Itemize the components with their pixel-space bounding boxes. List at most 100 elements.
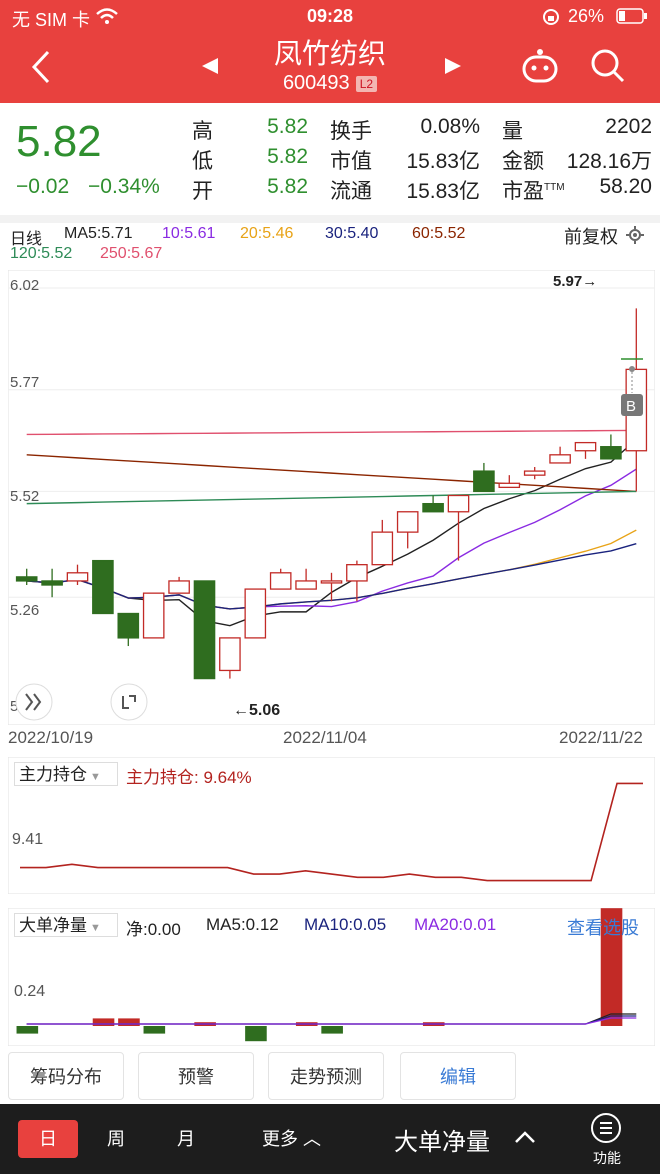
edit-button[interactable]: 编辑	[400, 1052, 516, 1100]
candle	[523, 467, 546, 480]
tab-day[interactable]: 日	[18, 1120, 78, 1158]
holding-line	[20, 782, 643, 882]
app-header: 无 SIM 卡 09:28 26% 凤竹纺织 600493 L2	[0, 0, 660, 103]
float-cap-label: 流通	[330, 180, 372, 203]
y-tick: 6.02	[10, 277, 39, 294]
candle-body	[244, 588, 267, 639]
stock-name: 凤竹纺织	[273, 38, 386, 69]
date-end: 2022/11/22	[559, 728, 643, 747]
netflow-tick: 0.24	[14, 983, 45, 1000]
holding-value: 主力持仓: 9.64%	[126, 768, 252, 787]
clock: 09:28	[306, 6, 354, 26]
candle	[422, 495, 444, 513]
high-label: 高	[192, 120, 213, 143]
candle-body	[66, 572, 89, 582]
candle	[269, 568, 292, 590]
search-icon[interactable]	[590, 48, 626, 89]
netflow-bar	[321, 1026, 343, 1034]
chip-distribution-button[interactable]: 筹码分布	[8, 1052, 124, 1100]
lock-rotation-icon	[542, 8, 560, 31]
candle-body	[498, 482, 521, 489]
menu-icon[interactable]	[590, 1112, 622, 1149]
netflow-dropdown-label: 大单净量	[19, 916, 87, 935]
netflow-bar	[16, 1026, 39, 1034]
tab-month[interactable]: 月	[166, 1120, 206, 1158]
ma10-label: 10:5.61	[162, 225, 216, 242]
volume-label: 量	[502, 120, 523, 143]
candle-body	[523, 470, 546, 476]
candle	[549, 446, 571, 464]
candle	[168, 576, 190, 594]
candle	[396, 511, 419, 549]
candle-body	[320, 580, 343, 584]
turnover-label: 换手	[330, 120, 372, 143]
chevron-up-icon[interactable]	[514, 1130, 536, 1149]
adjust-select[interactable]: 前复权	[564, 223, 618, 249]
turnover-value: 0.08%	[420, 115, 480, 138]
view-screener-link[interactable]: 查看选股	[567, 914, 639, 940]
quote-panel: 5.82 −0.02 −0.34% 高 5.82 换手 0.08% 量 2202…	[0, 103, 660, 223]
candle-body	[447, 494, 470, 513]
alert-button[interactable]: 预警	[138, 1052, 254, 1100]
price-change-pct: −0.34%	[88, 175, 160, 198]
holding-dropdown-label: 主力持仓	[19, 765, 87, 784]
trend-forecast-button[interactable]: 走势预测	[268, 1052, 384, 1100]
netflow-bar	[143, 1026, 166, 1034]
date-mid: 2022/11/04	[283, 728, 367, 747]
chevron-down-icon: ▼	[87, 771, 101, 783]
candle-body	[142, 592, 165, 639]
stock-code: 600493	[282, 72, 350, 94]
market-cap-label: 市值	[330, 150, 372, 173]
candle	[244, 588, 267, 639]
ma60-label: 60:5.52	[412, 225, 466, 242]
chevron-up-icon: ︿	[303, 1129, 322, 1149]
candle-body	[15, 576, 38, 582]
buy-marker-text: B	[626, 398, 636, 415]
fullscreen-icon[interactable]	[110, 683, 148, 721]
y-tick: 5.77	[10, 374, 39, 391]
battery-text: 26%	[568, 6, 605, 26]
netflow-bar	[92, 1018, 115, 1026]
netflow-ma20: MA20:0.01	[414, 915, 497, 934]
pe-label-text: 市盈	[502, 180, 544, 203]
candle	[142, 592, 165, 639]
netflow-dropdown[interactable]: 大单净量 ▼	[14, 913, 118, 937]
candle	[346, 560, 368, 602]
chevron-down-icon: ▼	[87, 922, 101, 934]
ma250-label: 250:5.67	[100, 245, 163, 262]
candle	[193, 580, 216, 680]
candle-body	[371, 531, 394, 566]
candle-body	[41, 580, 63, 586]
candle-body	[219, 637, 241, 672]
candle	[473, 462, 495, 493]
candle	[219, 637, 241, 679]
function-label[interactable]: 功能	[590, 1148, 624, 1168]
pe-label: 市盈TTM	[502, 175, 565, 205]
low-marker: ←5.06	[233, 702, 280, 719]
price-change: −0.02	[16, 175, 70, 198]
netflow-ma10: MA10:0.05	[304, 915, 387, 934]
y-tick: 5.52	[10, 488, 39, 505]
holding-dropdown[interactable]: 主力持仓 ▼	[14, 762, 118, 786]
low-value: 5.82	[267, 145, 308, 168]
kline-chart[interactable]: 6.02 5.77 5.52 5.26 5.0 5.97→ ←5.06 B	[8, 270, 655, 725]
netflow-bar	[245, 1026, 267, 1042]
amount-value: 128.16万	[566, 150, 652, 173]
candle-body	[422, 502, 444, 513]
expand-left-icon[interactable]	[15, 683, 53, 721]
next-stock-icon[interactable]	[443, 56, 463, 81]
tab-week[interactable]: 周	[96, 1120, 136, 1158]
ma30-label: 30:5.40	[325, 225, 379, 242]
robot-assistant-icon[interactable]	[520, 48, 560, 89]
settings-gear-icon[interactable]	[626, 226, 644, 249]
amount-label: 金额	[502, 150, 544, 173]
candle	[498, 475, 521, 489]
open-label: 开	[192, 180, 213, 203]
candle-body	[473, 470, 495, 493]
date-start: 2022/10/19	[8, 728, 94, 747]
l2-badge: L2	[355, 75, 378, 92]
indicator-select[interactable]: 大单净量	[394, 1122, 490, 1157]
candle	[117, 612, 140, 647]
candle-body	[295, 580, 317, 590]
tab-more[interactable]: 更多 ︿	[262, 1120, 321, 1158]
